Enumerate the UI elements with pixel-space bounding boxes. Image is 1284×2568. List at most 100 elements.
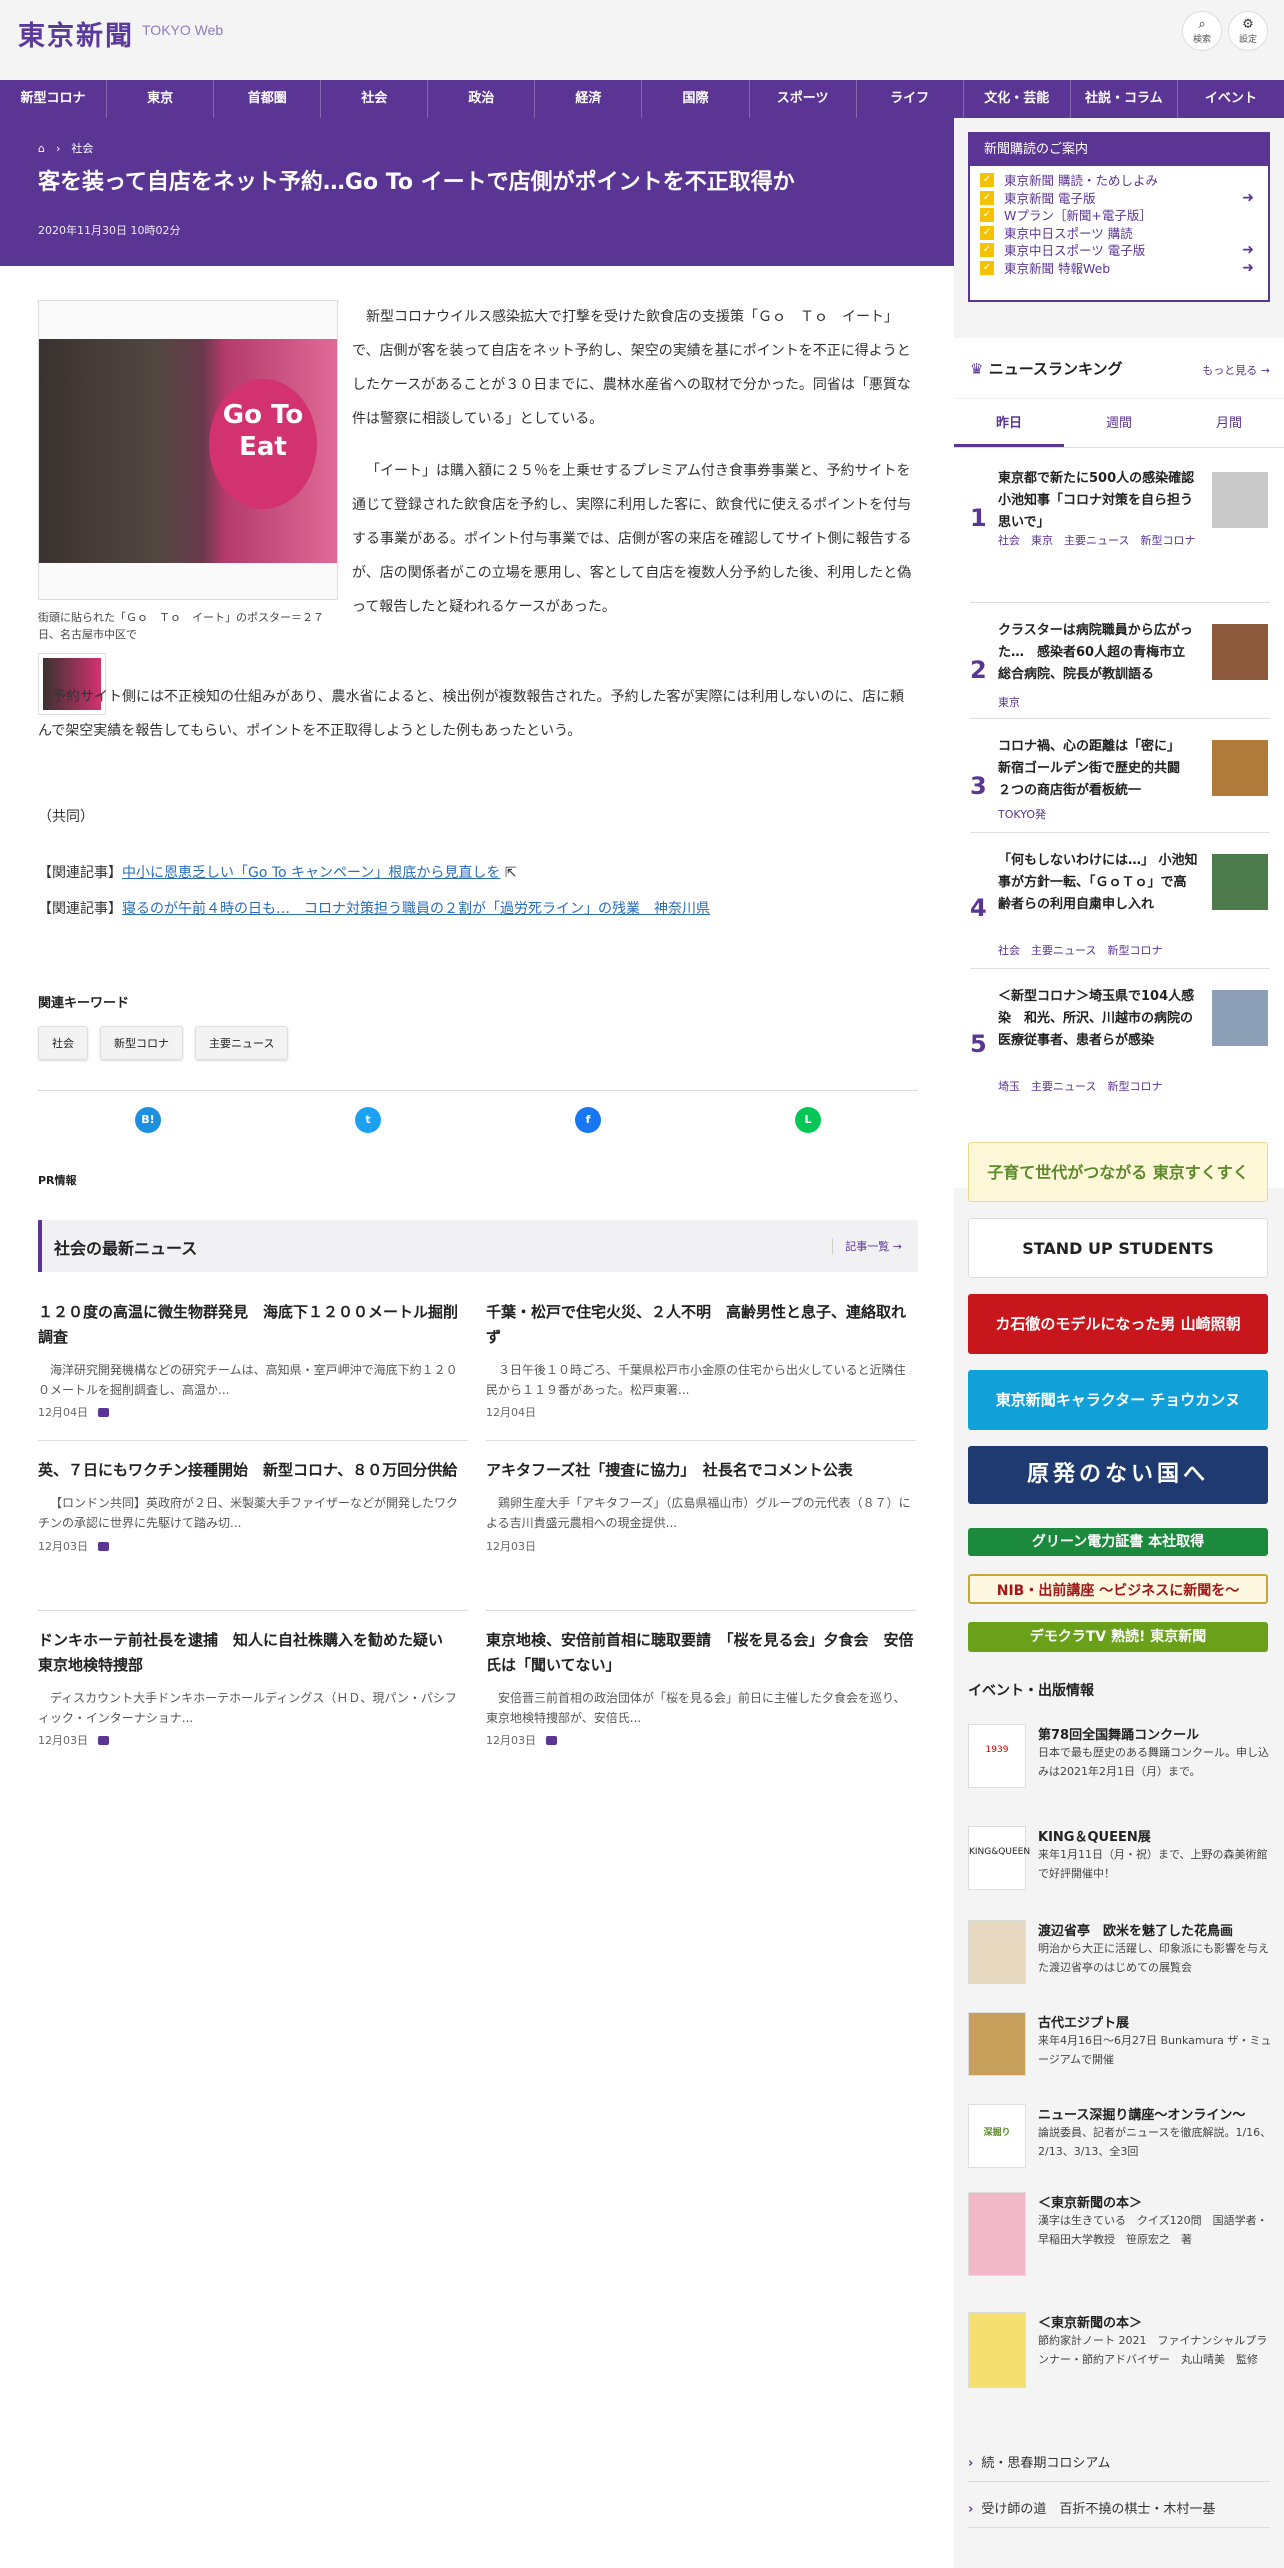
login-icon: ➜ xyxy=(1242,189,1254,206)
ranking-item[interactable]: 4 「何もしないわけには…」 小池知事が方針一転、「ＧｏＴｏ」で高齢者らの利用自… xyxy=(954,850,1284,960)
ranking-more-link[interactable]: もっと見る → xyxy=(1202,362,1270,378)
ranking-thumbnail xyxy=(1212,990,1268,1046)
home-icon[interactable]: ⌂ xyxy=(38,142,45,155)
hatena-bookmark-icon[interactable]: B! xyxy=(135,1107,161,1133)
divider xyxy=(38,1610,468,1611)
side-link[interactable]: 受け師の道 百折不撓の棋士・木村一基 xyxy=(968,2498,1270,2528)
camera-icon xyxy=(98,1408,109,1418)
event-item[interactable]: 古代エジプト展 来年4月16日～6月27日 Bunkamura ザ・ミュージアムで… xyxy=(968,2012,1274,2082)
news-lead: ３日午後１０時ごろ、千葉県松戸市小金原の住宅から出火していると近隣住民から１１９… xyxy=(486,1362,906,1397)
photo-frame[interactable]: Go To Eat xyxy=(38,300,338,600)
pr-label: PR情報 xyxy=(38,1174,77,1187)
subscription-link[interactable]: 東京中日スポーツ 購読 xyxy=(980,225,1258,243)
keyword-tag[interactable]: 社会 xyxy=(38,1026,88,1060)
event-item[interactable]: 1939 第78回全国舞踊コンクール 日本で最も歴史のある舞踊コンクール。申し込みは… xyxy=(968,1724,1274,1794)
banner-nib[interactable]: NIB・出前講座 ～ビジネスに新聞を～ xyxy=(968,1574,1268,1604)
news-item[interactable]: ドンキホーテ前社長を逮捕 知人に自社株購入を勧めた疑い 東京地検特捜部 ディスカウ… xyxy=(38,1628,468,1748)
event-title[interactable]: ＜東京新聞の本＞ xyxy=(1038,2192,1142,2211)
latest-news-more[interactable]: 記事一覧 → xyxy=(832,1238,902,1254)
banner-democra-tv[interactable]: デモクラTV 熟読! 東京新聞 xyxy=(968,1622,1268,1652)
facebook-icon[interactable]: f xyxy=(575,1107,601,1133)
related-link[interactable]: 中小に恩恵乏しい「Go To キャンペーン」根底から見直しを xyxy=(122,865,500,881)
ranking-item-title[interactable]: 「何もしないわけには…」 小池知事が方針一転、「ＧｏＴｏ」で高齢者らの利用自粛申… xyxy=(998,850,1198,916)
news-item[interactable]: アキタフーズ社「捜査に協力」 社長名でコメント公表 鶏卵生産大手「アキタフーズ」（… xyxy=(486,1458,916,1554)
news-title[interactable]: 英、７日にもワクチン接種開始 新型コロナ、８０万回分供給 xyxy=(38,1458,468,1483)
event-title[interactable]: ニュース深掘り講座～オンライン～ xyxy=(1038,2104,1245,2123)
subscription-link[interactable]: Wプラン［新聞+電子版］ xyxy=(980,207,1258,225)
event-title[interactable]: 第78回全国舞踊コンクール xyxy=(1038,1724,1199,1743)
nav-item[interactable]: 政治 xyxy=(428,80,536,118)
line-icon[interactable]: L xyxy=(795,1107,821,1133)
news-item[interactable]: 千葉・松戸で住宅火災、２人不明 高齢男性と息子、連絡取れず ３日午後１０時ごろ、千… xyxy=(486,1300,916,1420)
banner-choukannu[interactable]: 東京新聞キャラクター チョウカンヌ xyxy=(968,1370,1268,1430)
twitter-icon[interactable]: t xyxy=(355,1107,381,1133)
news-item[interactable]: １２０度の高温に微生物群発見 海底下１２００メートル掘削調査 海洋研究開発機構など… xyxy=(38,1300,468,1420)
ranking-item-title[interactable]: クラスターは病院職員から広がった… 感染者60人超の青梅市立総合病院、院長が教訓… xyxy=(998,620,1198,686)
latest-news-title: 社会の最新ニュース xyxy=(54,1239,198,1258)
tab-monthly[interactable]: 月間 xyxy=(1174,399,1284,447)
banner-genpatsu[interactable]: 原発のない国へ xyxy=(968,1446,1268,1504)
breadcrumb-section[interactable]: 社会 xyxy=(71,142,93,155)
side-link[interactable]: 続・思春期コロシアム xyxy=(968,2452,1270,2482)
ranking-item[interactable]: 3 コロナ禍、心の距離は「密に」 新宿ゴールデン街で歴史的共闘 ２つの商店街が看… xyxy=(954,736,1284,836)
nav-item[interactable]: 新型コロナ xyxy=(0,80,108,118)
ranking-item-title[interactable]: 東京都で新たに500人の感染確認 小池知事「コロナ対策を自ら担う思いで」 xyxy=(998,468,1207,534)
nav-item[interactable]: 首都圏 xyxy=(214,80,322,118)
nav-item[interactable]: 社説・コラム xyxy=(1071,80,1178,118)
nav-item[interactable]: 文化・芸能 xyxy=(964,80,1071,118)
event-title[interactable]: KING＆QUEEN展 xyxy=(1038,1826,1151,1845)
keyword-tag[interactable]: 新型コロナ xyxy=(100,1026,183,1060)
event-item[interactable]: ＜東京新聞の本＞ 節約家計ノート 2021 ファイナンシャルプランナー・節約アドバ… xyxy=(968,2312,1274,2392)
banner-standup-students[interactable]: STAND UP STUDENTS xyxy=(968,1218,1268,1278)
event-image xyxy=(968,2192,1026,2276)
nav-item[interactable]: ライフ xyxy=(857,80,964,118)
event-item[interactable]: KING&QUEEN KING＆QUEEN展 来年1月11日（月・祝）まで、上野の森… xyxy=(968,1826,1274,1896)
news-date: 12月03日 xyxy=(486,1538,916,1554)
news-item[interactable]: 東京地検、安倍前首相に聴取要請 「桜を見る会」夕食会 安倍氏は「聞いてない」 安倍… xyxy=(486,1628,916,1748)
tab-daily[interactable]: 昨日 xyxy=(954,399,1064,447)
news-title[interactable]: 千葉・松戸で住宅火災、２人不明 高齢男性と息子、連絡取れず xyxy=(486,1300,916,1350)
nav-item[interactable]: 東京 xyxy=(107,80,215,118)
event-item[interactable]: 渡辺省亭 欧米を魅了した花鳥画 明治から大正に活躍し、印象派にも影響を与えた渡辺省… xyxy=(968,1920,1274,1990)
rank-number: 4 xyxy=(970,894,987,922)
banner-yamazaki[interactable]: カ石徹のモデルになった男 山崎照朝 xyxy=(968,1294,1268,1354)
settings-button[interactable]: ⚙ 設定 xyxy=(1228,11,1268,51)
nav-item[interactable]: 経済 xyxy=(535,80,643,118)
banner-green-power[interactable]: グリーン電力証書 本社取得 xyxy=(968,1528,1268,1556)
site-logo[interactable]: 東京新聞 xyxy=(18,14,134,53)
related-article: 【関連記事】寝るのが午前４時の日も… コロナ対策担う職員の２割が「過労死ライン」… xyxy=(38,898,710,918)
ranking-item-title[interactable]: ＜新型コロナ＞埼玉県で104人感染 和光、所沢、川越市の病院の医療従事者、患者ら… xyxy=(998,986,1198,1052)
related-link[interactable]: 寝るのが午前４時の日も… コロナ対策担う職員の２割が「過労死ライン」の残業 神奈… xyxy=(122,901,710,917)
event-item[interactable]: 深掘り ニュース深掘り講座～オンライン～ 論説委員、記者がニュースを徹底解説。1/1… xyxy=(968,2104,1274,2174)
nav-item[interactable]: イベント xyxy=(1178,80,1284,118)
news-item[interactable]: 英、７日にもワクチン接種開始 新型コロナ、８０万回分供給 【ロンドン共同】英政府が… xyxy=(38,1458,468,1554)
more-label: 記事一覧 xyxy=(845,1240,890,1253)
keyword-tag[interactable]: 主要ニュース xyxy=(195,1026,289,1060)
news-title[interactable]: １２０度の高温に微生物群発見 海底下１２００メートル掘削調査 xyxy=(38,1300,468,1350)
news-title[interactable]: ドンキホーテ前社長を逮捕 知人に自社株購入を勧めた疑い 東京地検特捜部 xyxy=(38,1628,468,1678)
ranking-item[interactable]: 2 クラスターは病院職員から広がった… 感染者60人超の青梅市立総合病院、院長が… xyxy=(954,620,1284,720)
nav-item[interactable]: 社会 xyxy=(321,80,429,118)
event-title[interactable]: 古代エジプト展 xyxy=(1038,2012,1129,2031)
news-title[interactable]: 東京地検、安倍前首相に聴取要請 「桜を見る会」夕食会 安倍氏は「聞いてない」 xyxy=(486,1628,916,1678)
article-title: 客を装って自店をネット予約…Go To イートで店側がポイントを不正取得か xyxy=(38,170,795,195)
event-item[interactable]: ＜東京新聞の本＞ 漢字は生きている クイズ120問 国語学者・早稲田大学教授 笹原… xyxy=(968,2192,1274,2276)
news-date-text: 12月03日 xyxy=(486,1734,536,1748)
ranking-item-title[interactable]: コロナ禍、心の距離は「密に」 新宿ゴールデン街で歴史的共闘 ２つの商店街が看板統… xyxy=(998,736,1198,802)
news-title[interactable]: アキタフーズ社「捜査に協力」 社長名でコメント公表 xyxy=(486,1458,916,1483)
ranking-item-tags: 社会 東京 主要ニュース 新型コロナ xyxy=(998,534,1196,547)
nav-item[interactable]: スポーツ xyxy=(750,80,857,118)
nav-item[interactable]: 国際 xyxy=(642,80,750,118)
ranking-item[interactable]: 5 ＜新型コロナ＞埼玉県で104人感染 和光、所沢、川越市の病院の医療従事者、患… xyxy=(954,986,1284,1096)
subscription-link[interactable]: 東京新聞 購読・ためしよみ xyxy=(980,172,1258,190)
site-logo-en[interactable]: TOKYO Web xyxy=(142,22,223,38)
subscription-link[interactable]: 東京新聞 電子版 ➜ xyxy=(980,190,1258,208)
subscription-link[interactable]: 東京中日スポーツ 電子版 ➜ xyxy=(980,242,1258,260)
ranking-item[interactable]: 1 東京都で新たに500人の感染確認 小池知事「コロナ対策を自ら担う思いで」 社… xyxy=(954,468,1284,568)
event-title[interactable]: ＜東京新聞の本＞ xyxy=(1038,2312,1142,2331)
search-button[interactable]: ⌕ 検索 xyxy=(1182,11,1222,51)
event-title[interactable]: 渡辺省亭 欧米を魅了した花鳥画 xyxy=(1038,1920,1233,1939)
banner-sukusuku[interactable]: 子育て世代がつながる 東京すくすく xyxy=(968,1142,1268,1202)
tab-weekly[interactable]: 週間 xyxy=(1064,399,1174,447)
subscription-link[interactable]: 東京新聞 特報Web ➜ xyxy=(980,260,1258,278)
